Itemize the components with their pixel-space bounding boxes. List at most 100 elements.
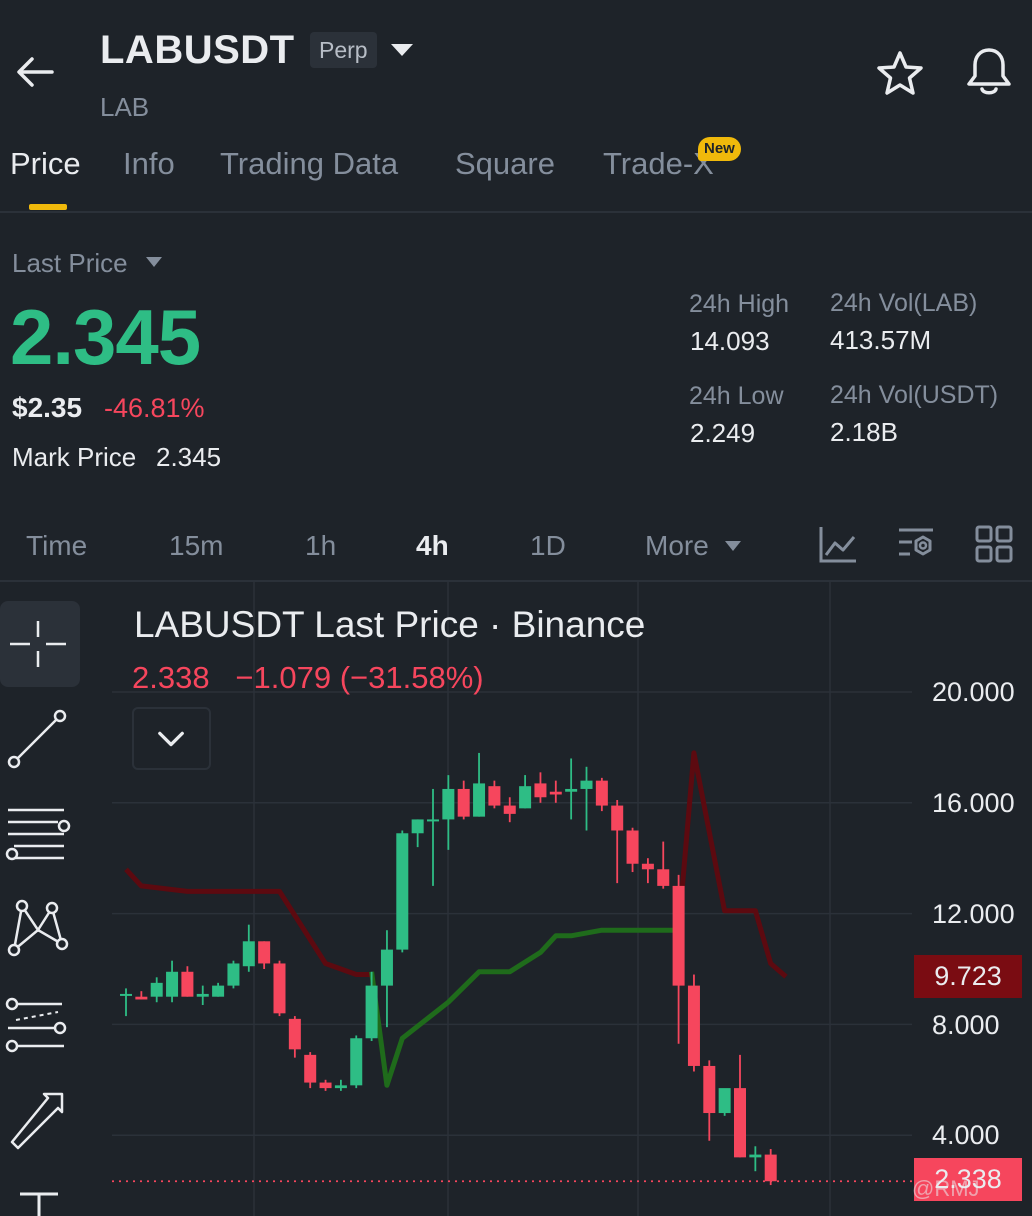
candle-body (749, 1154, 762, 1158)
vol-base-label: 24h Vol(LAB) (830, 289, 978, 317)
chart-change-percent: (−31.58%) (339, 660, 484, 695)
star-icon[interactable] (876, 50, 924, 96)
divider (0, 211, 1032, 213)
arrow-tool[interactable] (0, 1078, 80, 1164)
candle-body (319, 1082, 332, 1089)
candle-body (334, 1085, 347, 1089)
candle-body (595, 780, 608, 806)
candle-body (212, 985, 225, 997)
high-value: 14.093 (690, 326, 770, 356)
chevron-down-icon (158, 731, 184, 747)
candle-body (396, 833, 409, 950)
low-label: 24h Low (689, 382, 784, 410)
candle-body (150, 982, 163, 997)
candle-body (734, 1088, 746, 1158)
mark-price-value: 2.345 (156, 442, 222, 472)
candle-body (196, 993, 209, 997)
tab-price[interactable]: Price (10, 146, 81, 182)
interval-4h[interactable]: 4h (416, 530, 449, 562)
pattern-tool[interactable] (0, 888, 80, 974)
indicator-settings-icon[interactable] (896, 524, 936, 564)
price-type-selector[interactable]: Last Price (12, 248, 128, 279)
caret-down-icon[interactable] (724, 540, 742, 552)
base-asset-label: LAB (100, 92, 150, 122)
vol-quote-label: 24h Vol(USDT) (830, 381, 999, 409)
interval-more[interactable]: More (645, 530, 709, 562)
y-axis-tick: 12.000 (932, 899, 1015, 929)
grid-layout-icon[interactable] (974, 524, 1014, 564)
crosshair-icon (10, 621, 66, 667)
tab-square[interactable]: Square (455, 146, 555, 182)
horizontal-lines-icon (5, 808, 71, 861)
chart-change-value: −1.079 (235, 660, 332, 695)
candle-body (288, 1018, 301, 1050)
candle-body (242, 941, 255, 967)
candle-body (442, 788, 455, 820)
crosshair-tool[interactable] (0, 601, 80, 687)
candle-body (365, 985, 378, 1039)
mark-price-label: Mark Price (12, 442, 137, 472)
chart-ohlc-summary: 2.338 −1.079 (−31.58%) (132, 660, 484, 696)
candle-body (411, 819, 424, 834)
chart-title: LABUSDT Last Price · Binance (134, 604, 646, 645)
interval-1h[interactable]: 1h (305, 530, 336, 562)
fib-retracement-icon (5, 997, 67, 1053)
candle-body (641, 863, 654, 870)
candle-body (488, 786, 501, 806)
usd-price: $2.35 (12, 392, 83, 423)
interval-1d[interactable]: 1D (530, 530, 566, 562)
line-chart-icon[interactable] (818, 524, 858, 564)
fib-retracement-tool[interactable] (0, 984, 80, 1070)
price-change-percent: -46.81% (104, 393, 205, 423)
contract-type-badge: Perp (310, 32, 377, 68)
bell-icon[interactable] (964, 46, 1014, 98)
candle-body (457, 788, 470, 817)
last-price-value: 2.345 (10, 293, 201, 381)
new-badge: New (698, 137, 741, 161)
y-axis-tick: 8.000 (932, 1010, 1000, 1040)
y-axis-tick: 16.000 (932, 788, 1015, 818)
interval-time[interactable]: Time (26, 530, 87, 562)
active-tab-indicator (29, 204, 67, 210)
candle-body (181, 971, 194, 997)
collapse-legend-button[interactable] (132, 707, 211, 770)
candle-body (534, 783, 547, 798)
candle-body (519, 786, 532, 809)
vol-quote-value: 2.18B (830, 417, 898, 447)
candle-body (657, 869, 670, 886)
candle-body (304, 1054, 317, 1083)
horizontal-lines-tool[interactable] (0, 792, 80, 878)
candle-body (764, 1154, 777, 1182)
caret-down-icon[interactable] (145, 256, 163, 268)
sar-line (369, 927, 679, 1088)
candle-body (580, 780, 593, 789)
sar-line (676, 750, 788, 979)
text-tool[interactable] (0, 1176, 80, 1216)
trend-line-tool[interactable] (0, 698, 80, 784)
candle-body (350, 1038, 363, 1086)
tab-trading-data[interactable]: Trading Data (220, 146, 398, 182)
chevron-down-icon[interactable] (390, 42, 414, 58)
candle-body (718, 1088, 731, 1114)
sar-price-tag: 9.723 (914, 955, 1022, 998)
pattern-icon (7, 899, 69, 957)
interval-15m[interactable]: 15m (169, 530, 223, 562)
text-tool-icon (20, 1192, 58, 1216)
candle-body (503, 805, 516, 814)
arrow-icon (10, 1092, 64, 1150)
back-arrow-icon[interactable] (14, 52, 56, 92)
candle-body (135, 996, 148, 1000)
tab-info[interactable]: Info (123, 146, 175, 182)
symbol-title[interactable]: LABUSDT (100, 28, 295, 73)
trend-line-icon (7, 709, 67, 769)
candle-body (273, 963, 286, 1014)
vol-base-value: 413.57M (830, 325, 932, 355)
candle-body (258, 941, 271, 964)
watermark: @RMJ (912, 1176, 980, 1201)
y-axis-tick: 4.000 (932, 1120, 1000, 1150)
candle-body (611, 805, 624, 831)
candle-body (427, 819, 439, 822)
candle-body (380, 949, 393, 986)
high-label: 24h High (689, 290, 790, 318)
low-value: 2.249 (690, 418, 756, 448)
